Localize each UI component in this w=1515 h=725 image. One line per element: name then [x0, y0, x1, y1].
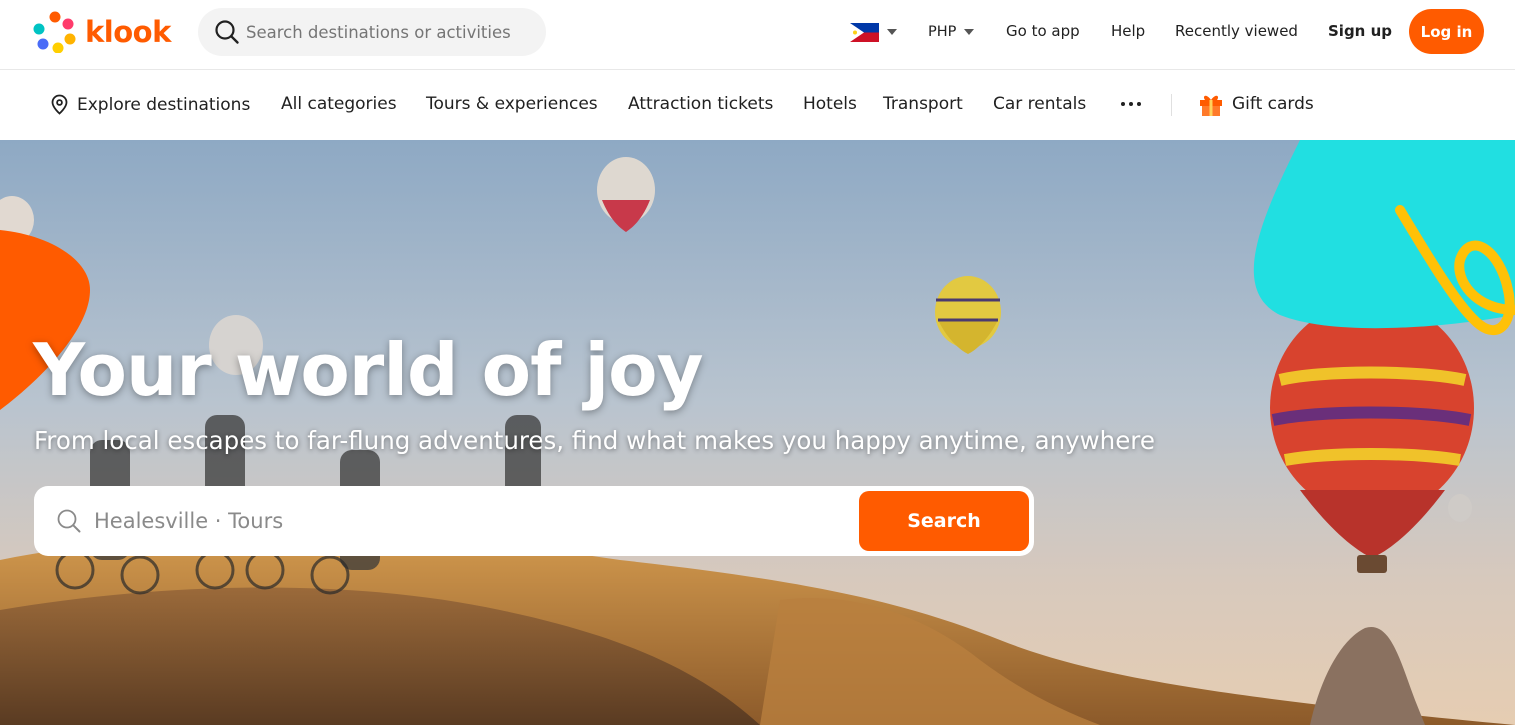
log-in-button[interactable]: Log in [1409, 9, 1484, 54]
search-icon [57, 509, 81, 533]
hero-search-button[interactable]: Search [859, 491, 1029, 551]
recently-viewed-link[interactable]: Recently viewed [1175, 22, 1298, 40]
search-icon [215, 20, 239, 44]
klook-logo-icon [33, 11, 76, 53]
nav-attraction-tickets[interactable]: Attraction tickets [628, 94, 773, 114]
category-nav: Explore destinations All categories Tour… [0, 70, 1515, 140]
hero-subtitle: From local escapes to far-flung adventur… [34, 426, 1155, 455]
nav-explore-label: Explore destinations [77, 94, 251, 115]
location-pin-icon [51, 94, 68, 115]
nav-divider [1171, 94, 1172, 116]
nav-explore-destinations[interactable]: Explore destinations [50, 94, 250, 115]
hero-banner: Your world of joy From local escapes to … [0, 140, 1515, 725]
country-selector[interactable] [850, 22, 897, 42]
header-search-input[interactable] [246, 22, 536, 42]
nav-hotels[interactable]: Hotels [803, 94, 857, 114]
ellipsis-icon [1121, 102, 1141, 106]
logo-wordmark: klook [85, 15, 171, 49]
hero-search-box[interactable]: Search [34, 486, 1034, 556]
go-to-app-link[interactable]: Go to app [1006, 22, 1080, 40]
philippines-flag-icon [850, 22, 879, 42]
chevron-down-icon [887, 29, 897, 35]
hero-title: Your world of joy [33, 328, 704, 412]
currency-label: PHP [928, 24, 957, 40]
nav-all-categories[interactable]: All categories [281, 94, 397, 114]
hero-search-input[interactable] [94, 509, 834, 533]
more-dots-icon[interactable] [1120, 92, 1150, 114]
sign-up-link[interactable]: Sign up [1328, 22, 1392, 40]
gift-icon [1200, 95, 1222, 116]
klook-logo[interactable]: klook [33, 11, 171, 53]
top-header: klook PHP Go to app Help Recently viewed… [0, 0, 1515, 70]
nav-tours-experiences[interactable]: Tours & experiences [426, 94, 598, 114]
gift-cards-label: Gift cards [1232, 94, 1314, 114]
nav-car-rentals[interactable]: Car rentals [993, 94, 1086, 114]
nav-gift-cards[interactable]: Gift cards [1198, 91, 1314, 117]
chevron-down-icon [964, 29, 975, 35]
header-search[interactable] [198, 8, 546, 56]
help-link[interactable]: Help [1111, 22, 1145, 40]
currency-selector[interactable]: PHP [928, 22, 975, 42]
nav-transport[interactable]: Transport [883, 94, 963, 114]
